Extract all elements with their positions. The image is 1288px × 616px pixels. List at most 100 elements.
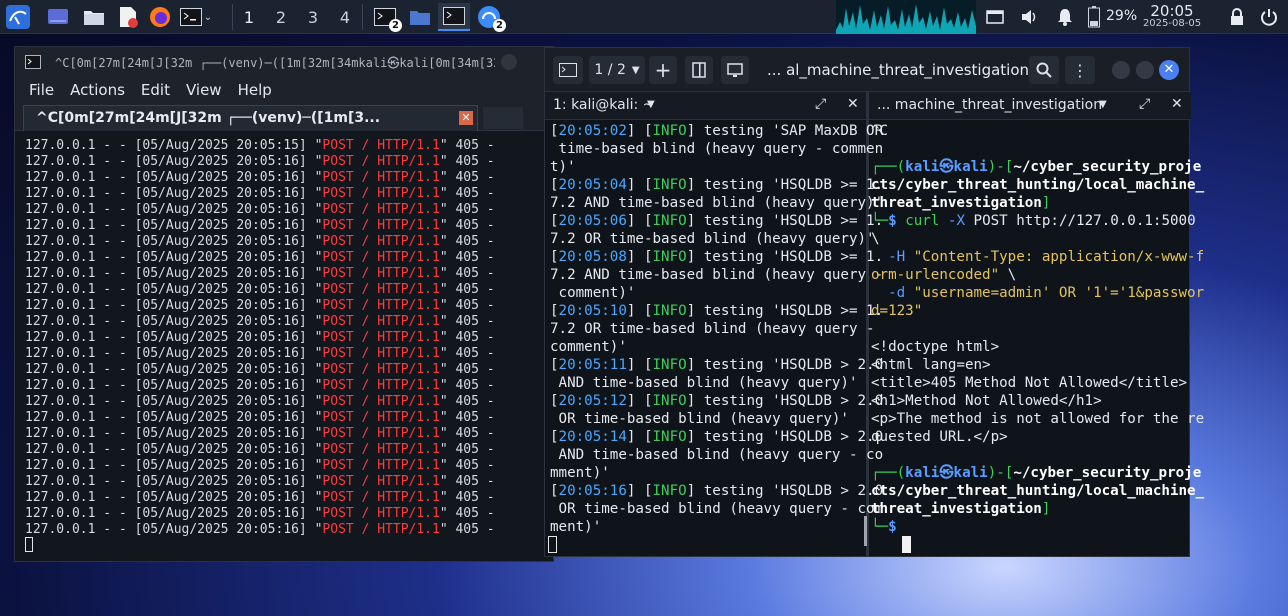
- minimize-button[interactable]: [1112, 61, 1130, 79]
- terminal-text: 20:05:10: [558, 303, 627, 319]
- workspace-2[interactable]: 2: [266, 3, 296, 31]
- terminal-text: INFO: [652, 249, 687, 265]
- terminal-text: [: [550, 303, 559, 319]
- log-request: POST / HTTP/1.1: [322, 186, 440, 201]
- log-prefix: 127.0.0.1 - - [05/Aug/2025 20:05:16] ": [25, 202, 323, 217]
- log-request: POST / HTTP/1.1: [322, 218, 440, 233]
- log-prefix: 127.0.0.1 - - [05/Aug/2025 20:05:16] ": [25, 170, 323, 185]
- terminal-line: ment)': [550, 518, 864, 536]
- workspace-4[interactable]: 4: [330, 3, 360, 31]
- lock-screen-button[interactable]: [1224, 3, 1250, 31]
- close-icon[interactable]: ✕: [1159, 60, 1179, 80]
- terminal-text: OR time-based blind (heavy query)': [550, 411, 849, 427]
- chevron-down-icon[interactable]: ▼: [647, 99, 655, 110]
- terminal-icon: [443, 7, 465, 25]
- split-vertical-button[interactable]: [685, 56, 713, 84]
- log-status: " 405 -: [439, 218, 495, 233]
- split-horizontal-button[interactable]: [721, 56, 749, 84]
- file-manager-launcher[interactable]: [80, 3, 108, 31]
- chevron-down-icon[interactable]: ▼: [1099, 99, 1107, 110]
- firefox-launcher[interactable]: [146, 3, 174, 31]
- log-prefix: 127.0.0.1 - - [05/Aug/2025 20:05:16] ": [25, 298, 323, 313]
- search-button[interactable]: [1029, 56, 1059, 84]
- log-line: 127.0.0.1 - - [05/Aug/2025 20:05:16] "PO…: [25, 330, 535, 346]
- log-request: POST / HTTP/1.1: [322, 522, 440, 537]
- maximize-pane-icon[interactable]: ⤢: [815, 96, 826, 112]
- maximize-pane-icon[interactable]: ⤢: [1139, 96, 1150, 112]
- log-line: 127.0.0.1 - - [05/Aug/2025 20:05:16] "PO…: [25, 314, 535, 330]
- taskbar-file-manager[interactable]: [406, 3, 434, 31]
- terminal-text: ] [: [626, 303, 653, 319]
- log-status: " 405 -: [439, 282, 495, 297]
- menu-help[interactable]: Help: [238, 81, 272, 99]
- window-header[interactable]: 1 / 2 ▼ + ... al_machine_threat_investig…: [545, 48, 1189, 92]
- minimize-button[interactable]: [501, 54, 517, 70]
- terminal-text: ] testing 'HSQLDB > 2.0: [686, 357, 884, 373]
- terminal-window-right[interactable]: 1 / 2 ▼ + ... al_machine_threat_investig…: [544, 47, 1204, 557]
- taskbar-terminal-active[interactable]: [438, 3, 470, 31]
- terminal-line: 7.2 OR time-based blind (heavy query)': [550, 230, 875, 248]
- workspace-1[interactable]: 1: [234, 3, 264, 31]
- kali-dragon-icon: [6, 5, 30, 29]
- terminal-text: INFO: [652, 303, 687, 319]
- log-prefix: 127.0.0.1 - - [05/Aug/2025 20:05:16] ": [25, 186, 323, 201]
- menu-edit[interactable]: Edit: [141, 81, 170, 99]
- log-prefix: 127.0.0.1 - - [05/Aug/2025 20:05:16] ": [25, 154, 323, 169]
- log-prefix: 127.0.0.1 - - [05/Aug/2025 20:05:16] ": [25, 234, 323, 249]
- pane-header-left[interactable]: 1: kali@kali: ~ ▼ ⤢ ✕: [545, 92, 866, 120]
- text-editor-launcher[interactable]: [114, 3, 142, 31]
- log-status: " 405 -: [439, 474, 495, 489]
- menu-actions[interactable]: Actions: [70, 81, 125, 99]
- pane-title: 1: kali@kali: ~: [553, 97, 655, 113]
- power-button[interactable]: [1256, 3, 1282, 31]
- log-request: POST / HTTP/1.1: [322, 234, 440, 249]
- log-prefix: 127.0.0.1 - - [05/Aug/2025 20:05:16] ": [25, 362, 323, 377]
- workspace-3[interactable]: 3: [298, 3, 328, 31]
- tab-scroll-button[interactable]: [483, 107, 523, 129]
- kali-menu-button[interactable]: [4, 3, 32, 31]
- window-switcher-button[interactable]: [982, 3, 1008, 31]
- terminal-line: [20:05:11] [INFO] testing 'HSQLDB > 2.0: [550, 356, 883, 374]
- terminal-icon: [559, 63, 577, 77]
- workspace-label: 3: [307, 7, 319, 27]
- window-titlebar[interactable]: ^C[0m[27m[24m[J[32m ┌──(venv)─([1m[32m[3…: [15, 47, 553, 77]
- log-request: POST / HTTP/1.1: [322, 138, 440, 153]
- terminal-text: [: [550, 429, 559, 445]
- sidebar-toggle-button[interactable]: [553, 56, 583, 84]
- new-tab-button[interactable]: +: [649, 56, 677, 84]
- terminal-text: 20:05:11: [558, 357, 627, 373]
- taskbar-speed-app[interactable]: 2: [474, 3, 506, 32]
- tab-selector[interactable]: 1 / 2 ▼: [589, 56, 645, 84]
- sqlmap-output-pane[interactable]: [20:05:02] [INFO] testing 'SAP MaxDB OR …: [550, 122, 883, 536]
- text-editor-icon: [120, 7, 138, 28]
- scrollbar-thumb[interactable]: [864, 516, 867, 546]
- pane-header-right[interactable]: ... machine_threat_investigation ▼ ⤢ ✕: [869, 92, 1191, 120]
- taskbar-terminal-group-1[interactable]: 2: [370, 3, 402, 32]
- show-desktop-button[interactable]: [44, 3, 72, 31]
- terminal-line: ^C: [871, 122, 1189, 140]
- terminal-text: ] [: [626, 429, 653, 445]
- terminal-text: orm-urlencoded": [871, 267, 1000, 283]
- terminal-text: ^C: [871, 123, 889, 139]
- terminal-tab[interactable]: ^C[0m[27m[24m[J[32m ┌──(venv)─([1m[3... …: [23, 105, 478, 131]
- maximize-button[interactable]: [1136, 61, 1154, 79]
- log-line: 127.0.0.1 - - [05/Aug/2025 20:05:16] "PO…: [25, 186, 535, 202]
- close-pane-icon[interactable]: ✕: [1171, 96, 1183, 112]
- log-line: 127.0.0.1 - - [05/Aug/2025 20:05:16] "PO…: [25, 394, 535, 410]
- power-icon: [1261, 9, 1277, 26]
- terminal-window-left[interactable]: ^C[0m[27m[24m[J[32m ┌──(venv)─([1m[32m[3…: [14, 46, 554, 562]
- notifications-button[interactable]: [1052, 3, 1078, 31]
- menu-button[interactable]: ⋮: [1065, 56, 1095, 84]
- close-pane-icon[interactable]: ✕: [847, 96, 859, 112]
- search-icon: [1036, 62, 1052, 78]
- tab-close-icon[interactable]: ✕: [459, 111, 473, 125]
- shell-output-pane[interactable]: ^C ┌──(kali㉿kali)-[~/cyber_security_proje…: [871, 122, 1204, 536]
- menu-view[interactable]: View: [186, 81, 222, 99]
- terminal-cursor: [25, 537, 33, 552]
- terminal-launcher[interactable]: ⌄: [178, 3, 214, 31]
- terminal-text: ] [: [626, 357, 653, 373]
- terminal-text: -X: [947, 213, 974, 229]
- volume-button[interactable]: [1016, 3, 1042, 31]
- battery-icon[interactable]: [1086, 3, 1102, 31]
- menu-file[interactable]: File: [29, 81, 54, 99]
